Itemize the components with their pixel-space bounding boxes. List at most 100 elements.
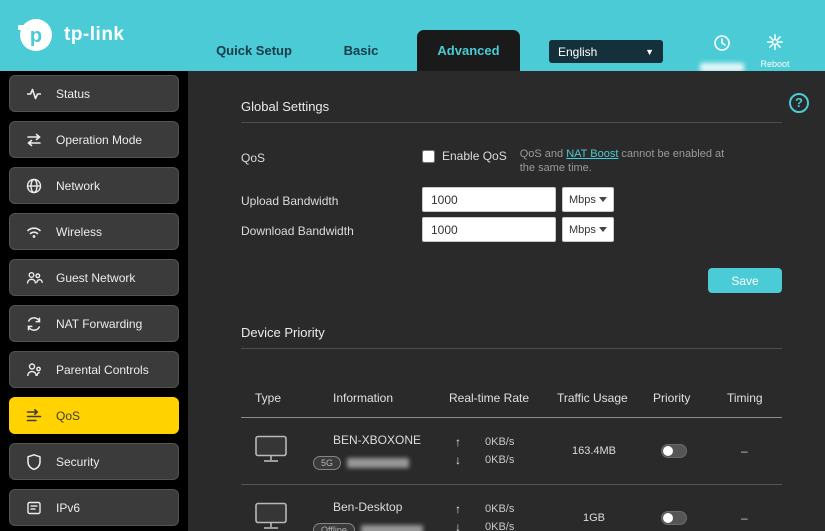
sidebar-item-security[interactable]: Security [9, 443, 179, 480]
logo-text: tp-link [64, 24, 125, 46]
column-header-priority: Priority [653, 391, 727, 405]
help-button[interactable]: ? [789, 93, 809, 113]
upload-unit-select[interactable]: Mbps [562, 187, 614, 212]
device-table-header: Type Information Real-time Rate Traffic … [241, 391, 782, 405]
chevron-down-icon [599, 197, 607, 202]
device-row: BEN-XBOXONE 5G ↑ 0KB/s ↓ 0KB/s 163.4MB [241, 418, 782, 485]
column-header-traffic-usage: Traffic Usage [557, 391, 653, 405]
upload-rate: ↑ 0KB/s [449, 435, 557, 449]
sidebar-item-label: Security [56, 455, 99, 469]
device-band-badge: 5G [313, 456, 341, 470]
upload-bandwidth-label: Upload Bandwidth [241, 192, 422, 208]
reboot-button[interactable]: Reboot [753, 33, 797, 69]
top-bar: p tp-link Quick Setup Basic Advanced Eng… [0, 0, 825, 71]
device-tags: Offline [313, 523, 449, 531]
download-bandwidth-label: Download Bandwidth [241, 222, 422, 238]
traffic-usage-value: 1GB [557, 512, 653, 524]
upload-rate: ↑ 0KB/s [449, 502, 557, 516]
ipv6-icon [25, 499, 43, 517]
qos-label: QoS [241, 149, 422, 165]
column-header-type: Type [241, 391, 333, 405]
redacted-mac-address [347, 458, 409, 468]
download-rate: ↓ 0KB/s [449, 520, 557, 531]
tp-link-logo: p tp-link [16, 15, 125, 55]
chevron-down-icon [599, 227, 607, 232]
timing-value: – [727, 444, 782, 458]
sidebar-item-status[interactable]: Status [9, 75, 179, 112]
parental-controls-icon [25, 361, 43, 379]
download-unit-select[interactable]: Mbps [562, 217, 614, 242]
column-header-information: Information [333, 391, 449, 405]
download-bandwidth-input[interactable] [422, 217, 556, 242]
wifi-icon [25, 223, 43, 241]
firmware-update-button[interactable] [700, 33, 744, 72]
global-settings-form: QoS Enable QoS QoS and NAT Boost cannot … [241, 149, 782, 293]
nat-boost-link[interactable]: NAT Boost [566, 148, 618, 160]
priority-cell [653, 511, 727, 525]
qos-note: QoS and NAT Boost cannot be enabled at t… [520, 147, 734, 175]
enable-qos-label: Enable QoS [442, 149, 507, 163]
download-bandwidth-row: Download Bandwidth Mbps [241, 217, 782, 242]
section-divider [241, 122, 782, 123]
sidebar-item-label: QoS [56, 409, 80, 423]
device-name: BEN-XBOXONE [333, 433, 449, 447]
traffic-usage-value: 163.4MB [557, 445, 653, 457]
guest-network-icon [25, 269, 43, 287]
realtime-rate-cell: ↑ 0KB/s ↓ 0KB/s [449, 435, 557, 467]
toggle-knob [663, 513, 673, 523]
priority-cell [653, 444, 727, 458]
sidebar-item-qos[interactable]: QoS [9, 397, 179, 434]
sidebar-item-guest-network[interactable]: Guest Network [9, 259, 179, 296]
enable-qos-checkbox[interactable] [422, 150, 435, 163]
down-arrow-icon: ↓ [455, 520, 467, 531]
sidebar-item-label: Status [56, 87, 90, 101]
section-title-global-settings: Global Settings [241, 71, 782, 114]
device-status-badge: Offline [313, 523, 355, 531]
up-arrow-icon: ↑ [455, 435, 467, 449]
upload-bandwidth-input[interactable] [422, 187, 556, 212]
sidebar-item-parental-controls[interactable]: Parental Controls [9, 351, 179, 388]
priority-toggle[interactable] [661, 511, 687, 525]
device-tags: 5G [313, 456, 449, 470]
device-info-cell: BEN-XBOXONE 5G [333, 433, 449, 470]
router-admin-page: p tp-link Quick Setup Basic Advanced Eng… [0, 0, 825, 531]
sidebar-item-label: Guest Network [56, 271, 135, 285]
tab-advanced[interactable]: Advanced [417, 30, 520, 71]
sidebar: Status Operation Mode Network Wireless G… [0, 71, 188, 531]
redacted-mac-address [361, 525, 423, 531]
qos-icon [25, 407, 43, 425]
device-info-cell: Ben-Desktop Offline [333, 500, 449, 531]
sidebar-item-label: Operation Mode [56, 133, 142, 147]
monitor-icon [253, 434, 289, 464]
tab-basic[interactable]: Basic [328, 30, 394, 71]
sidebar-item-label: Wireless [56, 225, 102, 239]
qos-note-text: QoS and [520, 148, 566, 160]
sidebar-item-ipv6[interactable]: IPv6 [9, 489, 179, 526]
upload-unit-value: Mbps [569, 194, 596, 206]
upload-rate-value: 0KB/s [485, 436, 514, 448]
sidebar-item-operation-mode[interactable]: Operation Mode [9, 121, 179, 158]
sidebar-item-label: IPv6 [56, 501, 80, 515]
download-rate-value: 0KB/s [485, 521, 514, 531]
device-name: Ben-Desktop [333, 500, 449, 514]
priority-toggle[interactable] [661, 444, 687, 458]
sidebar-item-wireless[interactable]: Wireless [9, 213, 179, 250]
reboot-icon [766, 33, 784, 51]
sidebar-item-nat-forwarding[interactable]: NAT Forwarding [9, 305, 179, 342]
tab-quick-setup[interactable]: Quick Setup [204, 30, 304, 71]
sidebar-item-network[interactable]: Network [9, 167, 179, 204]
down-arrow-icon: ↓ [455, 453, 467, 467]
timing-value: – [727, 511, 782, 525]
reboot-label: Reboot [753, 59, 797, 69]
column-header-timing: Timing [727, 391, 782, 405]
firmware-update-icon [712, 33, 732, 53]
globe-icon [25, 177, 43, 195]
shield-icon [25, 453, 43, 471]
sidebar-item-label: Parental Controls [56, 363, 149, 377]
chevron-down-icon: ▼ [645, 47, 654, 57]
qos-enable-row: QoS Enable QoS QoS and NAT Boost cannot … [241, 149, 782, 175]
language-select[interactable]: English ▼ [549, 40, 663, 63]
toggle-knob [663, 446, 673, 456]
save-button[interactable]: Save [708, 268, 782, 293]
sidebar-item-label: Network [56, 179, 100, 193]
